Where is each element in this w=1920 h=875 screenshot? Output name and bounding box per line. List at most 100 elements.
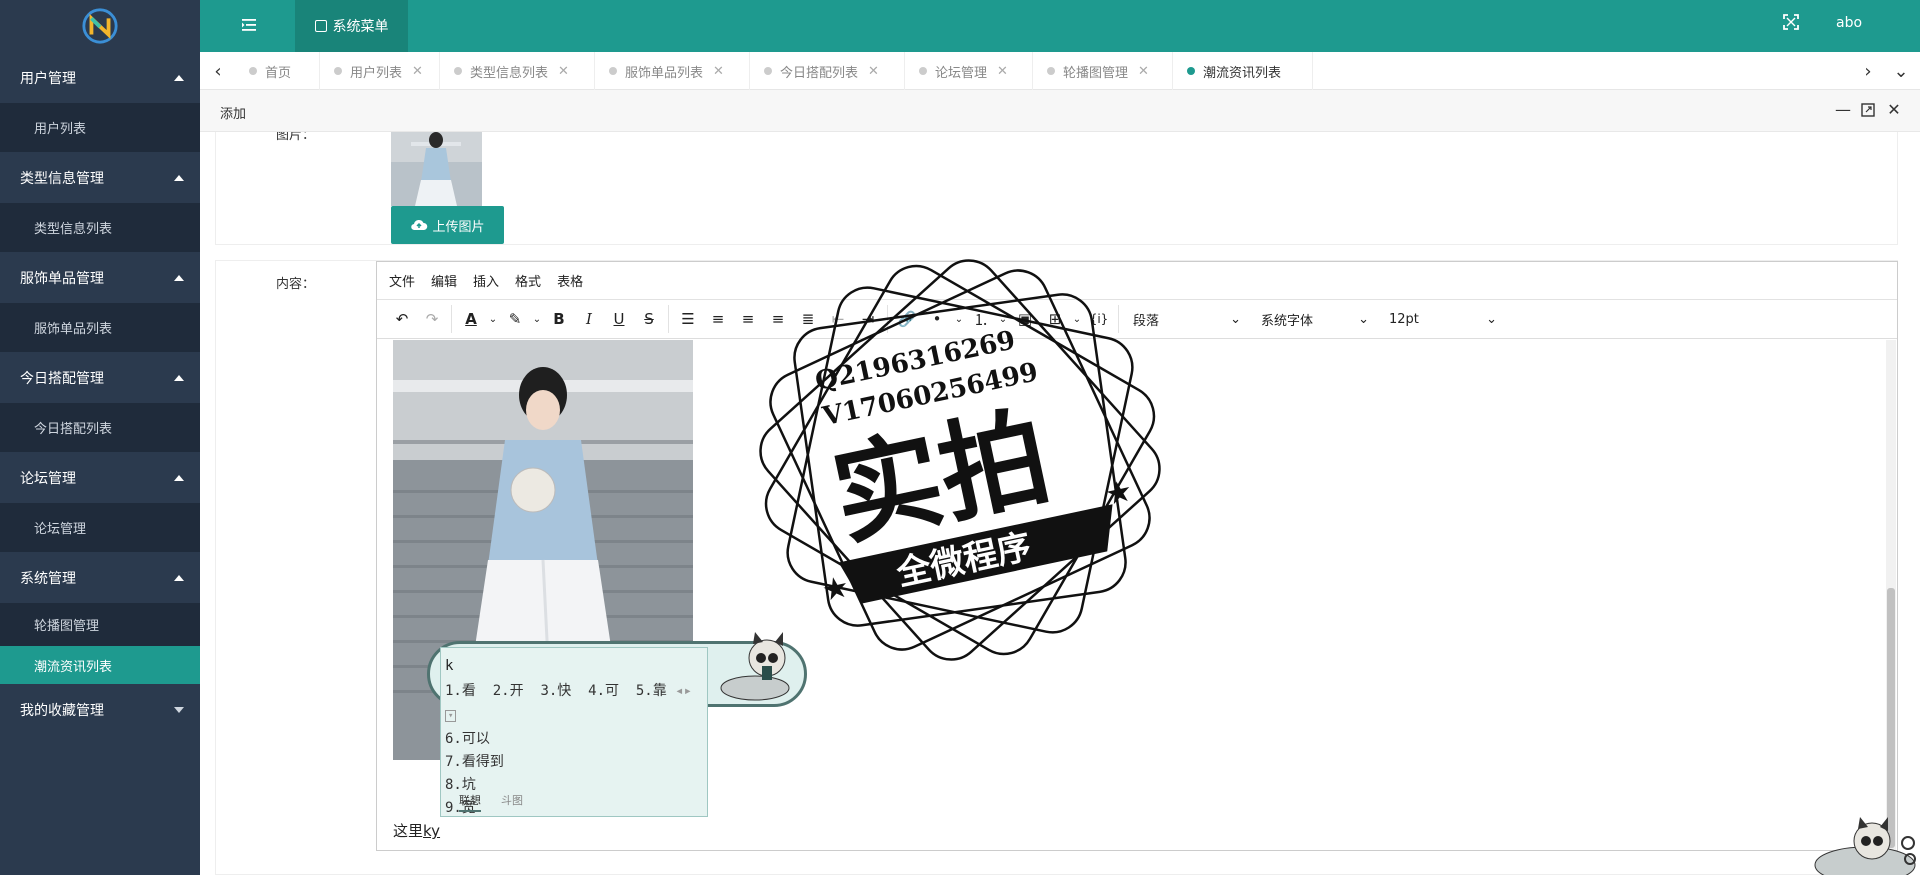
upload-image-button[interactable]: 上传图片 xyxy=(391,206,504,244)
tab-label: 首页 xyxy=(265,65,292,81)
undo-icon[interactable]: ↶ xyxy=(387,304,417,334)
align-justify-icon[interactable]: ≣ xyxy=(793,304,823,334)
sidebar-group-label: 服饰单品管理 xyxy=(20,270,104,287)
italic-icon[interactable]: I xyxy=(574,304,604,334)
redo-icon[interactable]: ↷ xyxy=(417,304,447,334)
minimize-icon[interactable]: — xyxy=(1835,102,1851,118)
menu-toggle-icon[interactable] xyxy=(240,16,258,34)
ime-candidate[interactable]: 1.看 xyxy=(445,683,476,699)
highlight-color-icon[interactable]: ✎ xyxy=(500,304,530,334)
underline-icon[interactable]: U xyxy=(604,304,634,334)
sidebar-group-outfit[interactable]: 今日搭配管理 xyxy=(0,352,200,403)
sidebar-group-user[interactable]: 用户管理 xyxy=(0,52,200,103)
image-icon[interactable]: ▣ xyxy=(1010,304,1040,334)
image-thumbnail[interactable] xyxy=(391,132,482,206)
tab-carousel[interactable]: 轮播图管理 ✕ xyxy=(1033,52,1173,90)
system-menu-button[interactable]: 系统菜单 xyxy=(295,0,408,52)
text-color-icon[interactable]: A xyxy=(456,304,486,334)
sidebar-group-label: 类型信息管理 xyxy=(20,170,104,187)
tab-close-icon[interactable]: ✕ xyxy=(558,64,569,79)
ime-expand-icon[interactable]: ▾ xyxy=(445,710,457,722)
menu-table[interactable]: 表格 xyxy=(557,271,583,290)
sidebar-group-system[interactable]: 系统管理 xyxy=(0,552,200,603)
menu-edit[interactable]: 编辑 xyxy=(431,271,457,290)
font-family-select[interactable]: 系统字体 ⌄ xyxy=(1251,304,1379,334)
chevron-down-icon[interactable]: ⌄ xyxy=(530,304,544,334)
line-height-icon[interactable]: ☰ xyxy=(673,304,703,334)
menu-format[interactable]: 格式 xyxy=(515,271,541,290)
content-label: 内容： xyxy=(276,277,316,292)
close-icon[interactable]: ✕ xyxy=(1886,102,1902,118)
tab-close-icon[interactable]: ✕ xyxy=(412,64,423,79)
tab-label: 轮播图管理 xyxy=(1063,65,1129,81)
ime-tab-meme[interactable]: 斗图 xyxy=(501,792,523,812)
menu-insert[interactable]: 插入 xyxy=(473,271,499,290)
username[interactable]: abo xyxy=(1836,15,1862,31)
tab-home[interactable]: 首页 xyxy=(235,52,320,90)
tab-clothing-list[interactable]: 服饰单品列表 ✕ xyxy=(595,52,750,90)
ime-page-arrows-icon[interactable]: ◂▸ xyxy=(675,683,692,699)
ime-candidate[interactable]: 7.看得到 xyxy=(445,751,707,774)
strikethrough-icon[interactable]: S xyxy=(634,304,664,334)
align-right-icon[interactable]: ≡ xyxy=(763,304,793,334)
link-icon[interactable]: 🔗 xyxy=(892,304,922,334)
sidebar-item-type-list[interactable]: 类型信息列表 xyxy=(0,203,200,252)
sidebar-item-trend-news[interactable]: 潮流资讯列表 xyxy=(0,646,200,684)
ime-candidate[interactable]: 4.可 xyxy=(588,683,619,699)
sidebar-item-label: 今日搭配列表 xyxy=(34,422,113,437)
ime-candidate[interactable]: 3.快 xyxy=(540,683,571,699)
thumbnail-photo xyxy=(391,132,482,206)
tab-close-icon[interactable]: ✕ xyxy=(868,64,879,79)
code-sample-icon[interactable]: {i} xyxy=(1084,304,1114,334)
tab-close-icon[interactable]: ✕ xyxy=(1138,64,1149,79)
sidebar-item-user-list[interactable]: 用户列表 xyxy=(0,103,200,152)
tab-trend-news[interactable]: 潮流资讯列表 xyxy=(1173,52,1313,90)
tab-user-list[interactable]: 用户列表 ✕ xyxy=(320,52,440,90)
editor-scrollbar[interactable] xyxy=(1886,340,1896,850)
sidebar-item-outfit-list[interactable]: 今日搭配列表 xyxy=(0,403,200,452)
numbered-list-icon[interactable]: ⒈ xyxy=(966,304,996,334)
sidebar-group-label: 系统管理 xyxy=(20,570,76,587)
ime-candidate[interactable]: 2.开 xyxy=(493,683,524,699)
sidebar-item-carousel[interactable]: 轮播图管理 xyxy=(0,603,200,646)
tabs-bar: ‹ 首页 用户列表 ✕ 类型信息列表 ✕ 服饰单品列表 ✕ 今日搭配列表 ✕ 论 xyxy=(200,52,1920,90)
ime-tab-association[interactable]: 联想 xyxy=(459,792,481,812)
chevron-down-icon[interactable]: ⌄ xyxy=(996,304,1010,334)
bullet-list-icon[interactable]: • xyxy=(922,304,952,334)
bold-icon[interactable]: B xyxy=(544,304,574,334)
menu-file[interactable]: 文件 xyxy=(389,271,415,290)
sidebar-item-label: 服饰单品列表 xyxy=(34,322,113,337)
tab-outfit-list[interactable]: 今日搭配列表 ✕ xyxy=(750,52,905,90)
scrollbar-thumb[interactable] xyxy=(1887,588,1895,848)
ime-candidate[interactable]: 5.靠 xyxy=(636,683,667,699)
sidebar-group-forum[interactable]: 论坛管理 xyxy=(0,452,200,503)
tabs-scroll-left-icon[interactable]: ‹ xyxy=(203,52,233,90)
table-icon[interactable]: ⊞ xyxy=(1040,304,1070,334)
chevron-down-icon[interactable]: ⌄ xyxy=(952,304,966,334)
tab-forum[interactable]: 论坛管理 ✕ xyxy=(905,52,1033,90)
sidebar-item-clothing-list[interactable]: 服饰单品列表 xyxy=(0,303,200,352)
block-format-select[interactable]: 段落 ⌄ xyxy=(1123,304,1251,334)
tab-list: 首页 用户列表 ✕ 类型信息列表 ✕ 服饰单品列表 ✕ 今日搭配列表 ✕ 论坛管… xyxy=(235,52,1313,90)
chevron-down-icon[interactable]: ⌄ xyxy=(486,304,500,334)
align-left-icon[interactable]: ≡ xyxy=(703,304,733,334)
tabs-scroll-right-icon[interactable]: › xyxy=(1853,52,1883,90)
ime-candidate-row: 1.看 2.开 3.快 4.可 5.靠 ◂▸ ▾ xyxy=(445,680,707,728)
app-logo[interactable] xyxy=(0,0,200,52)
ime-candidate[interactable]: 6.可以 xyxy=(445,728,707,751)
sidebar-group-type[interactable]: 类型信息管理 xyxy=(0,152,200,203)
sidebar-group-clothing[interactable]: 服饰单品管理 xyxy=(0,252,200,303)
tab-close-icon[interactable]: ✕ xyxy=(997,64,1008,79)
maximize-icon[interactable] xyxy=(1860,102,1876,118)
chevron-down-icon[interactable]: ⌄ xyxy=(1070,304,1084,334)
tabs-dropdown-icon[interactable]: ⌄ xyxy=(1886,52,1916,90)
sidebar-group-favorites[interactable]: 我的收藏管理 xyxy=(0,684,200,735)
outdent-icon[interactable]: ⇤ xyxy=(823,304,853,334)
tab-close-icon[interactable]: ✕ xyxy=(713,64,724,79)
align-center-icon[interactable]: ≡ xyxy=(733,304,763,334)
fullscreen-icon[interactable] xyxy=(1783,14,1799,30)
font-size-select[interactable]: 12pt ⌄ xyxy=(1379,304,1507,334)
tab-type-list[interactable]: 类型信息列表 ✕ xyxy=(440,52,595,90)
indent-icon[interactable]: ⇥ xyxy=(853,304,883,334)
sidebar-item-forum[interactable]: 论坛管理 xyxy=(0,503,200,552)
